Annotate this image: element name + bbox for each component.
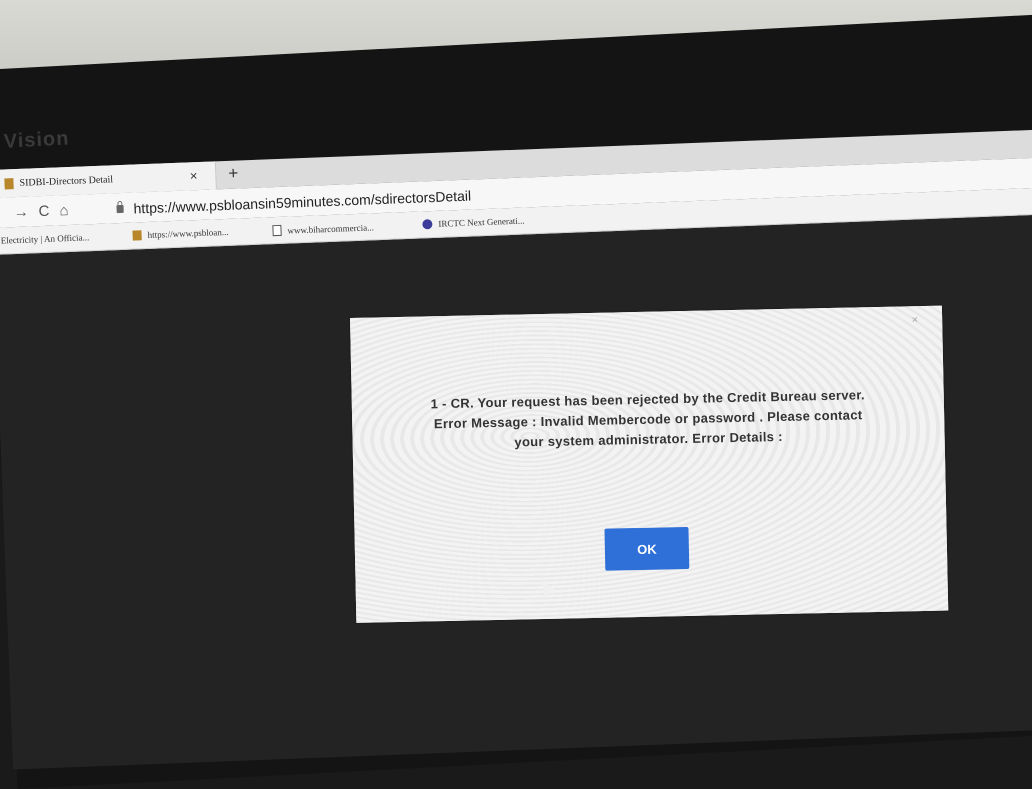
- bookmark-label: Electricity | An Officia...: [0, 232, 90, 246]
- psbloan-favicon-icon: [132, 230, 142, 241]
- bookmark-electricity[interactable]: Electricity | An Officia...: [1, 232, 90, 245]
- new-tab-button[interactable]: +: [228, 163, 239, 183]
- bookmark-label: IRCTC Next Generati...: [438, 215, 525, 229]
- bookmark-irctc[interactable]: IRCTC Next Generati...: [422, 216, 525, 230]
- document-icon: [272, 224, 282, 237]
- bookmark-biharcommercial[interactable]: www.biharcommercia...: [272, 221, 375, 237]
- bookmark-label: www.biharcommercia...: [287, 221, 375, 236]
- error-message: 1 - CR. Your request has been rejected b…: [392, 384, 905, 455]
- home-icon[interactable]: ⌂: [59, 202, 69, 219]
- site-favicon-icon: [4, 177, 14, 189]
- lock-icon: [116, 204, 124, 214]
- irctc-favicon-icon: [422, 219, 433, 230]
- reload-icon[interactable]: C: [38, 202, 49, 219]
- forward-icon[interactable]: →: [13, 203, 29, 221]
- error-dialog: × 1 - CR. Your request has been rejected…: [350, 305, 949, 623]
- ok-button[interactable]: OK: [604, 526, 690, 571]
- bookmark-label: https://www.psbloan...: [147, 226, 229, 240]
- dialog-close-icon[interactable]: ×: [912, 314, 919, 326]
- monitor-brand: Vision: [3, 127, 70, 153]
- bookmark-psbloan[interactable]: https://www.psbloan...: [132, 226, 229, 241]
- tab-title: SIDBI-Directors Detail: [19, 173, 114, 189]
- tab-close-icon[interactable]: ×: [189, 168, 197, 183]
